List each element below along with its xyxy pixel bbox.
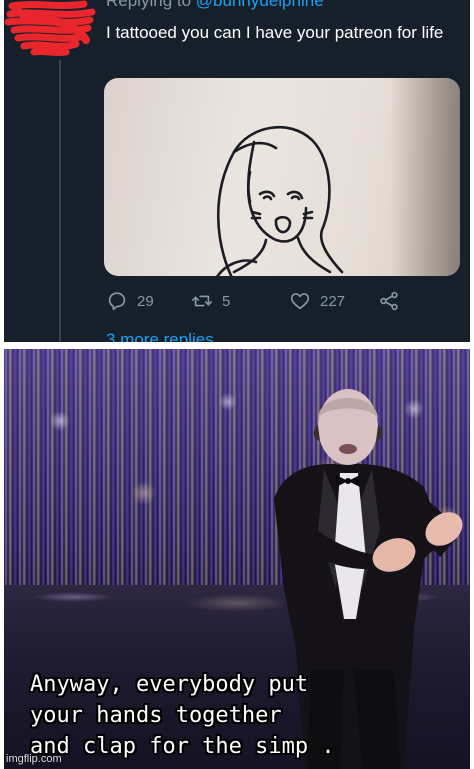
more-replies-link[interactable]: 3 more replies: [106, 330, 214, 342]
meme-image: Anyway, everybody put your hands togethe…: [4, 349, 470, 769]
retweet-icon: [192, 295, 212, 307]
reply-icon: [108, 292, 126, 311]
retweet-button[interactable]: 5: [191, 288, 230, 314]
share-button[interactable]: [378, 288, 409, 314]
like-icon: [290, 293, 310, 310]
meme-caption: Anyway, everybody put your hands togethe…: [30, 669, 470, 762]
tweet-text: I tattooed you can I have your patreon f…: [106, 23, 444, 42]
tweet-image[interactable]: [104, 78, 460, 276]
replying-handle-link[interactable]: @bunnydelphine: [196, 0, 324, 10]
tweet-actions: 29 5 227: [106, 288, 426, 314]
like-count: 227: [320, 292, 346, 310]
like-button[interactable]: 227: [289, 288, 345, 314]
tweet-screenshot: Replying to @bunnydelphine I tattooed yo…: [4, 0, 470, 342]
redacted-avatar-scribble: [4, 0, 96, 57]
tattoo-drawing: [216, 126, 344, 276]
retweet-count: 5: [222, 292, 231, 310]
photo-shadow: [390, 78, 460, 276]
caption-line-1: Anyway, everybody put: [30, 672, 309, 697]
caption-line-3: and clap for the simp .: [30, 734, 335, 759]
replying-to: Replying to @bunnydelphine: [106, 0, 324, 11]
replying-prefix: Replying to: [106, 0, 192, 10]
share-icon: [380, 291, 398, 311]
imgflip-watermark: imgflip.com: [6, 753, 62, 765]
thread-line: [59, 60, 61, 342]
reply-button[interactable]: 29: [106, 288, 154, 314]
caption-line-2: your hands together: [30, 703, 282, 728]
reply-count: 29: [137, 292, 154, 310]
